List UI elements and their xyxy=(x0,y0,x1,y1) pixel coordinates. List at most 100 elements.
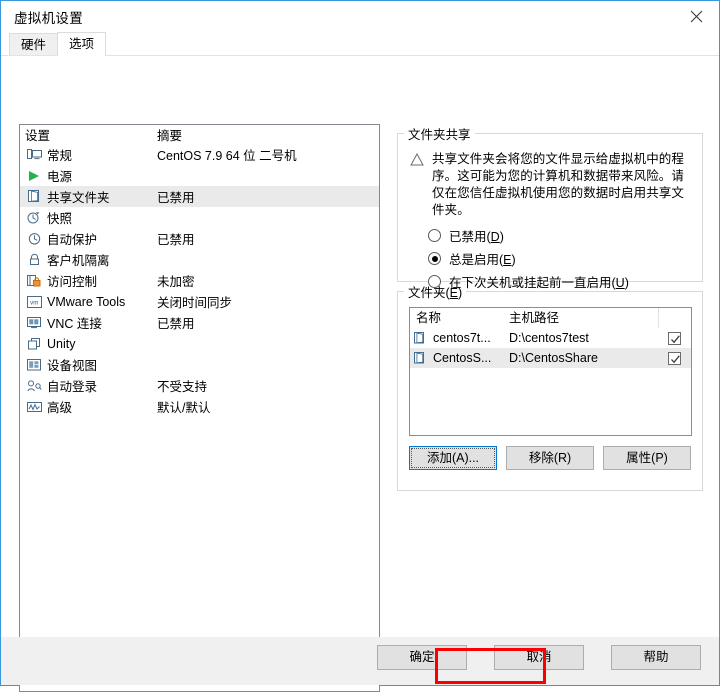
folder-sharing-legend: 文件夹共享 xyxy=(408,128,471,142)
folder-enabled-cell[interactable] xyxy=(658,351,691,365)
settings-row-label: 共享文件夹 xyxy=(47,191,110,205)
sharing-warning: 共享文件夹会将您的文件显示给虚拟机中的程序。这可能为您的计算机和数据带来风险。请… xyxy=(410,151,692,219)
settings-row-label: 自动登录 xyxy=(47,380,98,394)
advanced-icon xyxy=(25,399,43,415)
settings-row-access-control[interactable]: 访问控制 未加密 xyxy=(20,270,379,291)
column-header-host-path: 主机路径 xyxy=(509,311,560,325)
column-header-setting: 设置 xyxy=(25,129,51,143)
settings-row-snapshot[interactable]: 快照 xyxy=(20,207,379,228)
settings-row-unity[interactable]: Unity xyxy=(20,333,379,354)
settings-row-guest-isolation[interactable]: 客户机隔离 xyxy=(20,249,379,270)
radio-disabled[interactable]: 已禁用(D) xyxy=(428,224,702,247)
unity-icon xyxy=(25,336,43,352)
settings-row-label: VNC 连接 xyxy=(47,317,102,331)
sharing-warning-text: 共享文件夹会将您的文件显示给虚拟机中的程序。这可能为您的计算机和数据带来风险。请… xyxy=(432,152,685,217)
lock-icon xyxy=(25,252,43,268)
settings-row-auto-login[interactable]: 自动登录 不受支持 xyxy=(20,375,379,396)
settings-row-power[interactable]: 电源 xyxy=(20,165,379,186)
checkbox-checked-icon[interactable] xyxy=(668,331,681,345)
settings-row-label: 快照 xyxy=(47,212,73,226)
settings-row-label: 电源 xyxy=(47,170,73,184)
vm-settings-dialog: 虚拟机设置 硬件 选项 设置 摘要 常规 CentOS 7.9 64 位 二号机 xyxy=(0,0,720,692)
settings-row-label: VMware Tools xyxy=(47,294,126,309)
monitor-icon xyxy=(25,147,43,163)
folder-icon xyxy=(414,352,430,364)
cancel-button[interactable]: 取消 xyxy=(494,645,584,670)
column-header-name: 名称 xyxy=(416,311,442,325)
settings-row-summary: 关闭时间同步 xyxy=(157,296,233,310)
folder-path-cell: D:\centos7test xyxy=(509,331,589,345)
clock-icon xyxy=(25,231,43,247)
radio-label: 在下次关机或挂起前一直启用(U) xyxy=(449,276,629,290)
vmware-tools-icon: vm xyxy=(25,294,43,310)
play-icon xyxy=(25,168,43,184)
tab-options[interactable]: 选项 xyxy=(57,32,107,56)
folder-name-cell: centos7t... xyxy=(410,331,503,345)
checkbox-checked-icon[interactable] xyxy=(668,351,681,365)
folders-table-row[interactable]: centos7t... D:\centos7test xyxy=(410,328,691,348)
column-header-summary: 摘要 xyxy=(157,129,183,143)
folder-name-text: centos7t... xyxy=(433,331,491,345)
radio-indicator xyxy=(428,252,441,265)
folder-name-text: CentosS... xyxy=(433,351,492,365)
close-icon[interactable] xyxy=(673,1,719,31)
snapshot-icon xyxy=(25,210,43,226)
options-panel: 文件夹共享 共享文件夹会将您的文件显示给虚拟机中的程序。这可能为您的计算机和数据… xyxy=(397,124,703,491)
vnc-icon xyxy=(25,315,43,331)
access-lock-icon xyxy=(25,273,43,289)
settings-row-label: 自动保护 xyxy=(47,233,98,247)
folder-sharing-group: 文件夹共享 共享文件夹会将您的文件显示给虚拟机中的程序。这可能为您的计算机和数据… xyxy=(397,124,703,290)
folder-name-cell: CentosS... xyxy=(410,351,503,365)
settings-row-label: Unity xyxy=(47,336,76,351)
settings-row-autoprotect[interactable]: 自动保护 已禁用 xyxy=(20,228,379,249)
folder-properties-button[interactable]: 属性(P) xyxy=(603,446,691,470)
folders-table[interactable]: 名称 主机路径 centos7t... D:\centos7test Cento… xyxy=(409,307,692,436)
settings-row-summary: 已禁用 xyxy=(157,317,195,331)
ok-button[interactable]: 确定 xyxy=(377,645,467,670)
folders-table-header: 名称 主机路径 xyxy=(410,308,691,328)
settings-row-vmware-tools[interactable]: vm VMware Tools 关闭时间同步 xyxy=(20,291,379,312)
settings-row-label: 高级 xyxy=(47,401,73,415)
add-folder-button[interactable]: 添加(A)... xyxy=(409,446,497,470)
folders-group: 文件夹(E) 名称 主机路径 centos7t... D:\centos7tes… xyxy=(397,282,703,491)
settings-row-label: 访问控制 xyxy=(47,275,98,289)
tab-strip: 硬件 选项 xyxy=(1,32,719,56)
dialog-title: 虚拟机设置 xyxy=(14,10,83,26)
folder-path-cell: D:\CentosShare xyxy=(509,351,598,365)
auto-login-icon xyxy=(25,378,43,394)
settings-row-summary: 不受支持 xyxy=(157,380,208,394)
settings-row-label: 设备视图 xyxy=(47,359,98,373)
dialog-footer: 确定 取消 帮助 xyxy=(1,637,719,685)
folders-button-row: 添加(A)... 移除(R) 属性(P) xyxy=(409,446,702,470)
column-header-enabled xyxy=(658,308,691,328)
settings-row-general[interactable]: 常规 CentOS 7.9 64 位 二号机 xyxy=(20,144,379,165)
settings-row-device-view[interactable]: 设备视图 xyxy=(20,354,379,375)
remove-folder-button[interactable]: 移除(R) xyxy=(506,446,594,470)
dialog-body: 设置 摘要 常规 CentOS 7.9 64 位 二号机 电源 共享文件夹 已禁… xyxy=(1,56,719,692)
tab-hardware[interactable]: 硬件 xyxy=(9,33,59,56)
settings-row-summary: 已禁用 xyxy=(157,191,195,205)
folder-icon xyxy=(25,189,43,205)
folder-icon xyxy=(414,332,430,344)
svg-text:vm: vm xyxy=(30,299,38,306)
settings-row-summary: 未加密 xyxy=(157,275,195,289)
radio-label: 已禁用(D) xyxy=(449,230,504,244)
radio-always-enabled[interactable]: 总是启用(E) xyxy=(428,247,702,270)
folders-table-row[interactable]: CentosS... D:\CentosShare xyxy=(410,348,691,368)
warning-triangle-icon xyxy=(410,151,432,219)
settings-row-vnc[interactable]: VNC 连接 已禁用 xyxy=(20,312,379,333)
folder-enabled-cell[interactable] xyxy=(658,331,691,345)
settings-row-shared-folders[interactable]: 共享文件夹 已禁用 xyxy=(20,186,379,207)
settings-list[interactable]: 设置 摘要 常规 CentOS 7.9 64 位 二号机 电源 共享文件夹 已禁… xyxy=(19,124,380,692)
help-button[interactable]: 帮助 xyxy=(611,645,701,670)
settings-row-label: 客户机隔离 xyxy=(47,254,110,268)
settings-row-summary: 已禁用 xyxy=(157,233,195,247)
radio-label: 总是启用(E) xyxy=(449,253,516,267)
settings-row-summary: CentOS 7.9 64 位 二号机 xyxy=(157,149,297,163)
device-view-icon xyxy=(25,357,43,373)
settings-row-advanced[interactable]: 高级 默认/默认 xyxy=(20,396,379,417)
footer-button-row: 确定 取消 帮助 xyxy=(377,645,701,670)
settings-row-label: 常规 xyxy=(47,149,73,163)
radio-indicator xyxy=(428,275,441,288)
title-bar: 虚拟机设置 xyxy=(1,1,719,32)
